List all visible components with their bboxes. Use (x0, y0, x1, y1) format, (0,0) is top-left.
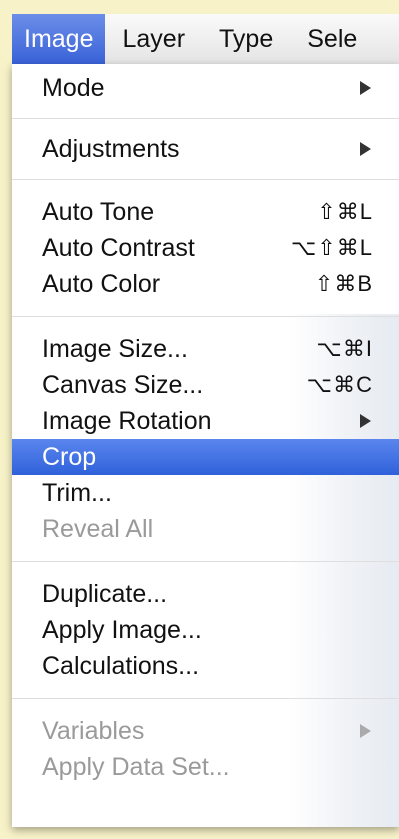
submenu-arrow-icon (360, 142, 371, 156)
menu-item-label: Calculations... (42, 651, 200, 680)
menu-item-label: Adjustments (42, 134, 180, 163)
menubar-item-sele[interactable]: Sele (290, 14, 374, 64)
submenu-arrow-icon (360, 724, 371, 738)
menu-item-apply-image[interactable]: Apply Image... (12, 612, 399, 648)
menu-item-trim[interactable]: Trim... (12, 475, 399, 511)
menu-item-reveal-all: Reveal All (12, 511, 399, 547)
menu-item-auto-contrast[interactable]: Auto Contrast ⌥⇧⌘L (12, 230, 399, 266)
menu-item-label: Mode (42, 73, 105, 102)
menu-item-label: Reveal All (42, 514, 154, 543)
menu-group: Auto Tone ⇧⌘L Auto Contrast ⌥⇧⌘L Auto Color ⇧… (12, 180, 399, 316)
image-menu-dropdown: Mode Adjustments Auto Tone ⇧⌘L Auto Contrast… (12, 64, 399, 827)
menu-item-label: Apply Image... (42, 615, 202, 644)
menu-item-label: Auto Tone (42, 197, 155, 226)
menu-item-canvas-size[interactable]: Canvas Size... ⌥⌘C (12, 367, 399, 403)
menubar-item-type[interactable]: Type (202, 14, 290, 64)
menu-item-shortcut: ⌥⌘I (316, 336, 373, 361)
menu-group: Adjustments (12, 119, 399, 179)
menu-items-container: Mode Adjustments Auto Tone ⇧⌘L Auto Contrast… (12, 64, 399, 795)
menu-item-variables: Variables (12, 713, 399, 749)
menu-item-label: Variables (42, 716, 145, 745)
menu-item-image-size[interactable]: Image Size... ⌥⌘I (12, 331, 399, 367)
submenu-arrow-icon (360, 414, 371, 428)
menu-item-auto-tone[interactable]: Auto Tone ⇧⌘L (12, 194, 399, 230)
menubar-item-layer[interactable]: Layer (105, 14, 202, 64)
menu-item-adjustments[interactable]: Adjustments (12, 131, 399, 167)
menu-bar: Image Layer Type Sele (12, 14, 399, 65)
menu-item-calculations[interactable]: Calculations... (12, 648, 399, 684)
menu-item-mode[interactable]: Mode (12, 70, 399, 106)
menu-item-apply-data-set: Apply Data Set... (12, 749, 399, 785)
menu-item-shortcut: ⌥⇧⌘L (290, 235, 373, 260)
menu-item-crop[interactable]: Crop (12, 439, 399, 475)
menu-item-label: Crop (42, 442, 97, 471)
menu-group: Duplicate... Apply Image... Calculations..… (12, 562, 399, 698)
menu-item-label: Image Size... (42, 334, 188, 363)
menu-group: Variables Apply Data Set... (12, 699, 399, 795)
menu-item-label: Apply Data Set... (42, 752, 230, 781)
menu-item-label: Duplicate... (42, 579, 168, 608)
menu-item-image-rotation[interactable]: Image Rotation (12, 403, 399, 439)
menu-item-shortcut: ⌥⌘C (306, 372, 373, 397)
menu-item-shortcut: ⇧⌘L (317, 199, 373, 224)
menu-item-label: Auto Color (42, 269, 161, 298)
menubar-item-image[interactable]: Image (12, 14, 106, 64)
submenu-arrow-icon (360, 81, 371, 95)
menu-group: Mode (12, 64, 399, 118)
menu-item-label: Canvas Size... (42, 370, 204, 399)
menu-group: Image Size... ⌥⌘I Canvas Size... ⌥⌘C Image R… (12, 317, 399, 561)
menu-item-duplicate[interactable]: Duplicate... (12, 576, 399, 612)
menu-item-label: Trim... (42, 478, 112, 507)
menu-item-auto-color[interactable]: Auto Color ⇧⌘B (12, 266, 399, 302)
menu-item-label: Image Rotation (42, 406, 212, 435)
menu-item-shortcut: ⇧⌘B (314, 271, 373, 296)
menu-item-label: Auto Contrast (42, 233, 195, 262)
